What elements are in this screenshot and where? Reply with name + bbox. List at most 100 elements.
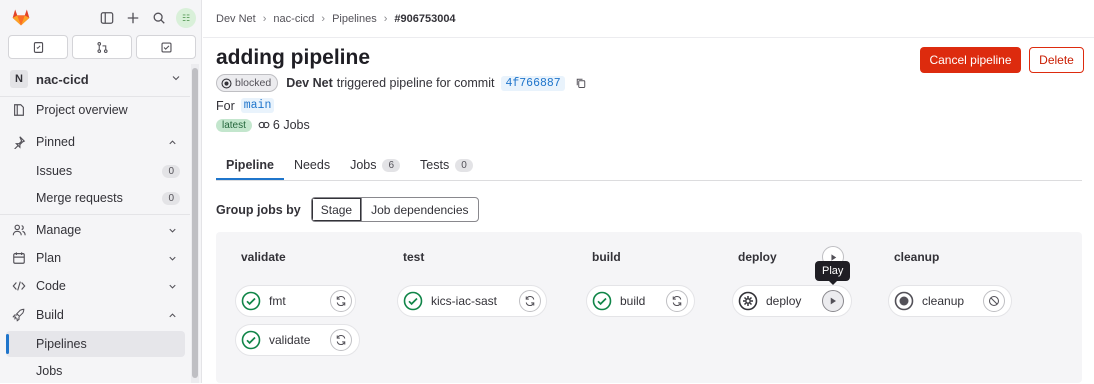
play-icon bbox=[830, 297, 836, 305]
cancel-job-button[interactable] bbox=[983, 290, 1005, 312]
project-name: nac-cicd bbox=[36, 71, 89, 87]
job-name: build bbox=[620, 294, 646, 308]
group-by-stage-button[interactable]: Stage bbox=[312, 198, 363, 221]
sidebar-item-label: Issues bbox=[36, 164, 73, 178]
tab-label: Tests bbox=[420, 158, 450, 172]
triggered-text: triggered pipeline for commit bbox=[336, 76, 495, 90]
breadcrumb-item[interactable]: nac-cicd bbox=[273, 13, 314, 25]
search-icon[interactable] bbox=[152, 11, 166, 25]
sidebar-item-manage[interactable]: Manage bbox=[0, 217, 190, 243]
status-badge[interactable]: blocked bbox=[216, 74, 279, 92]
issues-count: 0 bbox=[162, 164, 180, 178]
plus-icon[interactable] bbox=[126, 11, 140, 25]
sidebar-item-pinned[interactable]: Pinned bbox=[0, 129, 190, 155]
tab-label: Needs bbox=[293, 158, 331, 172]
sidebar-item-label: Pipelines bbox=[36, 337, 87, 351]
scrollbar-thumb[interactable] bbox=[192, 68, 198, 378]
issues-button[interactable] bbox=[8, 35, 68, 59]
group-by-toggle: Stage Job dependencies bbox=[310, 197, 479, 222]
job-name: deploy bbox=[766, 294, 802, 308]
tab-pipeline[interactable]: Pipeline bbox=[216, 150, 284, 180]
copy-icon[interactable] bbox=[575, 77, 587, 89]
sidebar-item-project-overview[interactable]: Project overview bbox=[0, 97, 190, 123]
main-content: Dev Net › nac-cicd › Pipelines › #906753004… bbox=[203, 0, 1094, 383]
issues-icon bbox=[33, 41, 43, 53]
tab-count: 0 bbox=[455, 158, 473, 172]
user-link[interactable]: Dev Net bbox=[286, 76, 333, 90]
retry-icon bbox=[672, 295, 682, 307]
retry-icon bbox=[336, 295, 346, 307]
todo-icon bbox=[160, 41, 172, 53]
project-icon bbox=[14, 104, 24, 116]
sidebar-item-issues[interactable]: Issues 0 bbox=[0, 158, 190, 184]
tab-tests[interactable]: Tests 0 bbox=[410, 150, 483, 180]
sidebar: ☷ N nac-cicd Project overview Pinned Iss… bbox=[0, 0, 202, 383]
job-build[interactable]: build bbox=[586, 285, 695, 317]
cancel-icon bbox=[988, 295, 1000, 307]
pipeline-tabs: Pipeline Needs Jobs 6 Tests 0 bbox=[216, 150, 483, 180]
sidebar-item-pipelines[interactable]: Pipelines bbox=[6, 331, 185, 357]
group-by-label: Group jobs by bbox=[216, 202, 301, 217]
chevron-down-icon bbox=[169, 256, 176, 261]
sidebar-item-label: Code bbox=[36, 279, 66, 293]
code-icon bbox=[12, 281, 26, 291]
divider bbox=[0, 214, 190, 215]
retry-button[interactable] bbox=[330, 329, 352, 351]
retry-button[interactable] bbox=[666, 290, 688, 312]
sidebar-item-build[interactable]: Build bbox=[0, 302, 190, 328]
stage-title: cleanup bbox=[894, 250, 940, 264]
breadcrumb-item[interactable]: Dev Net bbox=[216, 13, 256, 25]
blocked-status-icon bbox=[221, 77, 232, 89]
tab-label: Jobs bbox=[350, 158, 377, 172]
delete-button[interactable]: Delete bbox=[1029, 47, 1084, 73]
gitlab-logo[interactable] bbox=[11, 7, 31, 27]
branch-link[interactable]: main bbox=[240, 98, 275, 113]
stage-title: deploy bbox=[738, 250, 777, 264]
job-kics-iac-sast[interactable]: kics-iac-sast bbox=[397, 285, 547, 317]
sidebar-scrollbar[interactable] bbox=[191, 64, 199, 383]
job-cleanup[interactable]: cleanup bbox=[888, 285, 1012, 317]
play-button[interactable] bbox=[822, 290, 844, 312]
breadcrumb-current[interactable]: #906753004 bbox=[394, 13, 455, 25]
sidebar-item-jobs[interactable]: Jobs bbox=[0, 358, 190, 384]
sidebar-item-merge-requests[interactable]: Merge requests 0 bbox=[0, 185, 190, 211]
retry-button[interactable] bbox=[330, 290, 352, 312]
breadcrumb-item[interactable]: Pipelines bbox=[332, 13, 377, 25]
project-switcher[interactable]: N nac-cicd bbox=[8, 67, 188, 91]
jobs-icon bbox=[258, 121, 270, 129]
success-status-icon bbox=[241, 330, 261, 350]
sidebar-item-label: Plan bbox=[36, 251, 62, 265]
created-status-icon bbox=[894, 291, 914, 311]
chevron-down-icon bbox=[169, 284, 176, 289]
project-avatar: N bbox=[10, 70, 28, 88]
sidebar-item-label: Jobs bbox=[36, 364, 63, 378]
job-fmt[interactable]: fmt bbox=[235, 285, 356, 317]
tab-needs[interactable]: Needs bbox=[284, 150, 340, 180]
stage-title: build bbox=[592, 250, 621, 264]
todos-button[interactable] bbox=[136, 35, 196, 59]
tab-jobs[interactable]: Jobs 6 bbox=[340, 150, 410, 180]
merge-requests-button[interactable] bbox=[72, 35, 132, 59]
sidebar-item-plan[interactable]: Plan bbox=[0, 245, 190, 271]
sidebar-item-label: Build bbox=[36, 308, 64, 322]
stage-title: validate bbox=[241, 250, 286, 264]
avatar[interactable]: ☷ bbox=[176, 8, 196, 28]
success-status-icon bbox=[592, 291, 612, 311]
job-validate[interactable]: validate bbox=[235, 324, 360, 356]
sidebar-toggle-icon[interactable] bbox=[100, 11, 114, 25]
for-label: For bbox=[216, 98, 235, 113]
success-status-icon bbox=[241, 291, 261, 311]
retry-button[interactable] bbox=[519, 290, 541, 312]
cancel-pipeline-button[interactable]: Cancel pipeline bbox=[920, 47, 1021, 73]
sidebar-item-label: Project overview bbox=[36, 103, 128, 117]
gear-icon bbox=[738, 291, 758, 311]
job-deploy[interactable]: deploy bbox=[732, 285, 852, 317]
sidebar-item-code[interactable]: Code bbox=[0, 273, 190, 299]
group-by-dependencies-button[interactable]: Job dependencies bbox=[362, 198, 477, 221]
job-name: cleanup bbox=[922, 294, 965, 308]
job-name: validate bbox=[269, 333, 311, 347]
sidebar-item-label: Merge requests bbox=[36, 191, 123, 205]
group-by: Group jobs by Stage Job dependencies bbox=[216, 197, 479, 222]
stage-title: test bbox=[403, 250, 425, 264]
commit-link[interactable]: 4f766887 bbox=[501, 75, 565, 91]
